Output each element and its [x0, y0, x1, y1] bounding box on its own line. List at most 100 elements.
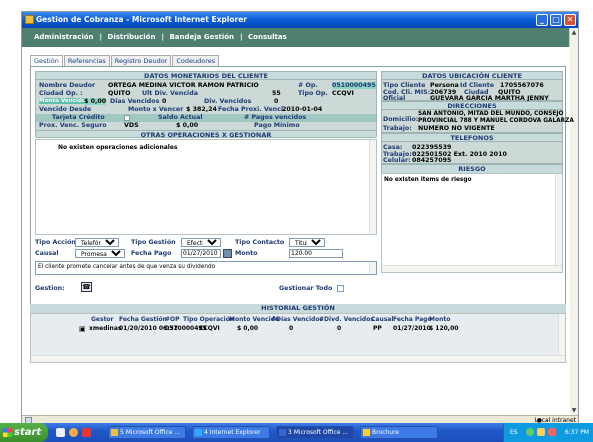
- quicklaunch-office-icon[interactable]: [82, 428, 91, 437]
- nav-distribucion[interactable]: Distribución: [108, 33, 156, 41]
- folder-icon: [363, 429, 370, 436]
- tray-volume-icon[interactable]: [537, 428, 545, 436]
- gestion-label: Gestion:: [35, 285, 65, 292]
- maximize-button[interactable]: □: [550, 14, 562, 26]
- otras-scrollbar[interactable]: [369, 140, 376, 234]
- hdr-causal[interactable]: Causal: [371, 316, 393, 323]
- ubicacion-title: DATOS UBICACIÓN CLIENTE: [382, 72, 562, 80]
- language-indicator[interactable]: ES: [510, 429, 518, 436]
- nombre-deudor-label: Nombre Deudor: [39, 82, 96, 89]
- taskbar-label: 4 Internet Explorer: [204, 429, 261, 436]
- close-button[interactable]: ✕: [564, 14, 576, 26]
- hdr-monto[interactable]: Monto: [429, 316, 450, 323]
- tab-bar: Gestión Referencias Registro Deudor Codeudo…: [30, 55, 220, 66]
- nav-sep: |: [240, 33, 243, 41]
- otras-operaciones-list: No existen operaciones adicionales: [35, 139, 377, 235]
- tray-network-icon[interactable]: [526, 428, 534, 436]
- div-vencidos-value: 0: [274, 98, 279, 105]
- prox-venc-seguro-value: $ 0,00: [176, 122, 199, 129]
- hdr-dias-vencidos[interactable]: #Días Vencidos: [271, 316, 323, 323]
- div-vencidos-label: Div. Vencidos: [204, 98, 252, 105]
- quicklaunch-ie-icon[interactable]: [69, 428, 78, 437]
- id-cliente-value: 1705567076: [500, 82, 544, 89]
- riesgo-scrollbar[interactable]: [555, 174, 562, 266]
- riesgo-list: No existen items de riesgo: [381, 173, 563, 273]
- monto-input[interactable]: [289, 249, 343, 258]
- telefonos-section: TELEFONOS Casa: 022395539 Trabajo: 02250…: [381, 133, 563, 164]
- gestion-telefono-icon[interactable]: ☎: [81, 282, 92, 292]
- cell-monto: $ 120,00: [429, 325, 459, 332]
- op-label: # Op.: [298, 82, 318, 89]
- tarjeta-credito-checkbox[interactable]: [124, 115, 130, 121]
- tipo-accion-select[interactable]: Telefónica: [75, 238, 119, 247]
- causal-select[interactable]: Promesa Pago: [75, 249, 125, 258]
- tipo-gestion-select[interactable]: Efectiva: [181, 238, 221, 247]
- casa-value: 022395539: [412, 144, 452, 151]
- riesgo-hscrollbar[interactable]: [382, 265, 562, 272]
- office-icon: [111, 429, 118, 436]
- tab-gestion[interactable]: Gestión: [30, 55, 63, 66]
- taskbar-item-office-5[interactable]: 5 Microsoft Office ...: [108, 426, 186, 439]
- otras-empty-message: No existen operaciones adicionales: [58, 144, 178, 151]
- dias-vencidos-label: Dias Vencidos: [110, 98, 160, 105]
- riesgo-section: RIESGO: [381, 164, 563, 173]
- monto-x-vencer-label: Monto x Vencer: [128, 106, 184, 113]
- calendar-icon[interactable]: [223, 249, 232, 258]
- comentario-textarea[interactable]: El cliente promete cancelar antes de que…: [35, 261, 377, 275]
- gestionar-todo-checkbox[interactable]: [337, 285, 344, 292]
- pago-minimo-label: Pago Mínimo: [254, 122, 300, 129]
- tab-codeudores[interactable]: Codeudores: [172, 55, 220, 66]
- gestor-icon[interactable]: ▣: [79, 325, 86, 333]
- direcciones-title: DIRECCIONES: [382, 102, 562, 110]
- domicilio-value-line1: SAN ANTONIO, MITAD DEL MUNDO, CONSEJO: [418, 111, 564, 117]
- domicilio-label: Domicilio:: [383, 116, 419, 123]
- hdr-fecha-gestion[interactable]: Fecha Gestión: [119, 316, 167, 323]
- browser-window: Gestion de Cobranza - Microsoft Internet…: [21, 11, 579, 434]
- hdr-fecha-pago[interactable]: Fecha Pago: [393, 316, 432, 323]
- ciudad-op-value: QUITO: [108, 90, 131, 97]
- taskbar-item-ie[interactable]: 4 Internet Explorer: [192, 426, 270, 439]
- tray-security-icon[interactable]: [548, 428, 556, 436]
- monetarios-section: DATOS MONETARIOS DEL CLIENTE Nombre Deud…: [35, 71, 377, 139]
- minimize-button[interactable]: _: [536, 14, 548, 26]
- tab-referencias[interactable]: Referencias: [63, 55, 110, 66]
- page-scrollbar[interactable]: ▲ ▼: [569, 28, 578, 415]
- riesgo-empty-message: No existen items de riesgo: [384, 177, 472, 183]
- start-label: start: [14, 427, 42, 438]
- word-icon: [279, 429, 286, 436]
- start-button[interactable]: start: [0, 423, 48, 442]
- fecha-pago-label: Fecha Pago: [131, 250, 172, 257]
- hdr-op[interactable]: #OP: [165, 316, 180, 323]
- nav-consultas[interactable]: Consultas: [248, 33, 287, 41]
- title-bar: Gestion de Cobranza - Microsoft Internet…: [22, 12, 578, 28]
- taskbar-label: 5 Microsoft Office ...: [120, 429, 181, 436]
- saldo-actual-label: Saldo Actual: [158, 114, 203, 121]
- taskbar-item-brochure[interactable]: Brochure: [360, 426, 438, 439]
- tarjeta-credito-label: Tarjeta Crédito: [52, 114, 105, 121]
- taskbar-item-office-3[interactable]: 3 Microsoft Office ...: [276, 426, 354, 439]
- tipo-gestion-label: Tipo Gestión: [131, 239, 176, 246]
- tab-registro-deudor[interactable]: Registro Deudor: [110, 55, 172, 66]
- tipo-cliente-value: Persona: [430, 82, 459, 89]
- hdr-tipo-operacion[interactable]: Tipo Operación: [183, 316, 234, 323]
- historial-header: HISTORIAL GESTIÓN: [30, 304, 566, 313]
- historial-hscrollbar[interactable]: [31, 355, 565, 362]
- ie-icon: [25, 15, 34, 24]
- window-title: Gestion de Cobranza - Microsoft Internet…: [36, 15, 247, 24]
- nav-administracion[interactable]: Administración: [34, 33, 94, 41]
- monetarios-title: DATOS MONETARIOS DEL CLIENTE: [36, 72, 376, 80]
- quicklaunch-desktop-icon[interactable]: [56, 428, 65, 437]
- scroll-down-icon[interactable]: ▼: [570, 406, 578, 415]
- comentario-scrollbar[interactable]: [369, 262, 376, 274]
- hdr-gestor[interactable]: Gestor: [91, 316, 114, 323]
- fecha-pago-input[interactable]: [181, 249, 221, 258]
- cell-monto-vencido: $ 0,00: [237, 325, 259, 332]
- hdr-divd-vencidos[interactable]: #Divd. Vencidos: [319, 316, 374, 323]
- cell-gestor: xmedinas: [89, 325, 122, 332]
- historial-title: HISTORIAL GESTIÓN: [30, 304, 566, 312]
- vds-value: VDS: [124, 122, 139, 129]
- tipo-contacto-select[interactable]: Titular: [289, 238, 325, 247]
- celular-label: Celular:: [383, 157, 411, 164]
- scroll-up-icon[interactable]: ▲: [570, 28, 578, 37]
- nav-bandeja-gestion[interactable]: Bandeja Gestión: [169, 33, 234, 41]
